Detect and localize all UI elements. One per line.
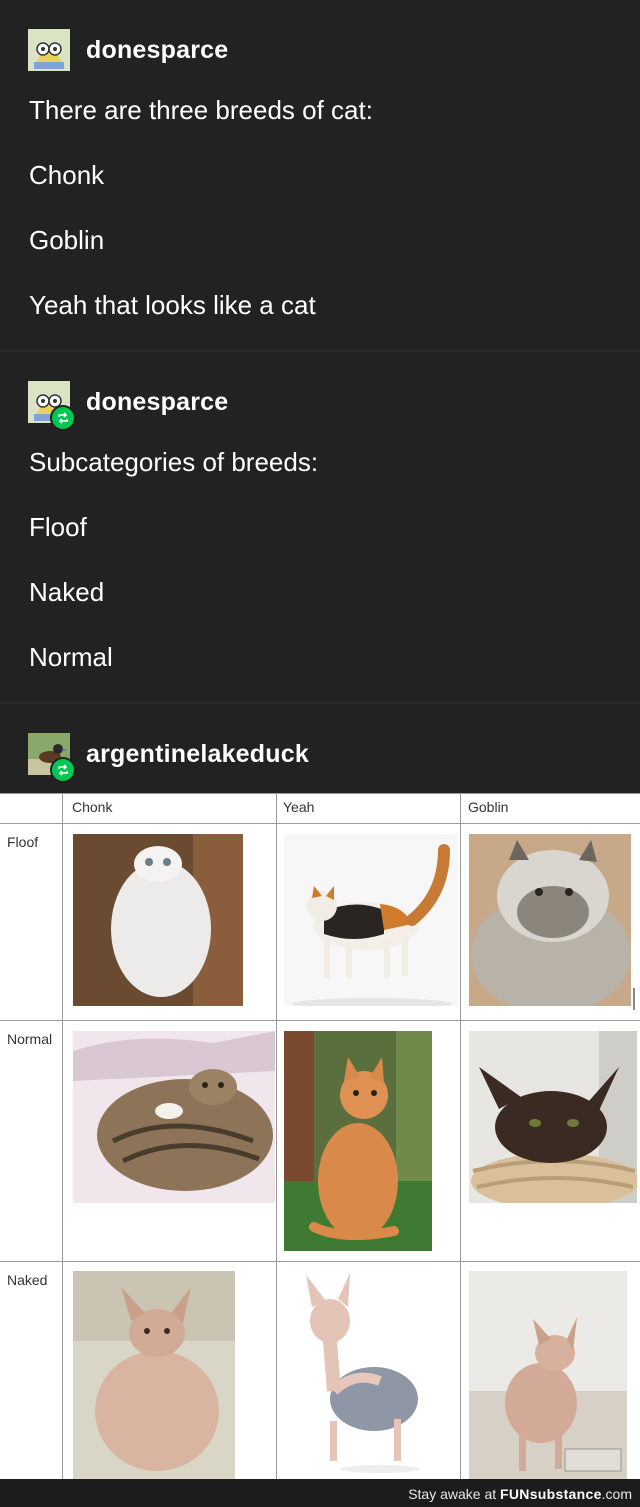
cat-breed-table: Chonk Yeah Goblin Floof Normal Naked	[0, 793, 640, 1479]
username[interactable]: donesparce	[86, 388, 228, 417]
post-text-line: Subcategories of breeds:	[29, 447, 319, 477]
reblog-icon	[50, 405, 76, 431]
avatar[interactable]	[28, 381, 76, 431]
grid-line	[0, 1020, 640, 1021]
cat-photo-naked-chonk	[73, 1271, 235, 1479]
post-text-line: Normal	[29, 642, 113, 672]
cat-photo-floof-chonk	[73, 834, 243, 1006]
post-header: argentinelakeduck	[28, 732, 309, 783]
row-header: Floof	[7, 834, 39, 850]
cat-photo-naked-goblin	[469, 1271, 627, 1479]
avatar[interactable]	[28, 733, 76, 783]
post-text-line: Chonk	[29, 160, 105, 190]
grid-line	[276, 793, 277, 1479]
post-text-line: Yeah that looks like a cat	[29, 290, 316, 320]
post-text-line: Naked	[29, 577, 105, 607]
column-header: Yeah	[283, 799, 315, 815]
cat-photo-naked-yeah	[284, 1271, 432, 1479]
post-1: donesparce There are three breeds of cat…	[0, 0, 640, 350]
username[interactable]: argentinelakeduck	[86, 740, 309, 769]
post-text-line: There are three breeds of cat:	[29, 95, 373, 125]
column-header: Goblin	[468, 799, 509, 815]
cat-photo-normal-goblin	[469, 1031, 637, 1203]
row-header: Normal	[7, 1031, 53, 1047]
avatar-icon	[28, 29, 70, 71]
post-3: argentinelakeduck	[0, 704, 640, 793]
avatar[interactable]	[28, 29, 70, 71]
watermark-text: Stay awake at FUNsubstance.com	[408, 1486, 632, 1502]
watermark-bar: Stay awake at FUNsubstance.com	[0, 1479, 640, 1507]
grid-line	[0, 823, 640, 824]
column-header: Chonk	[72, 799, 113, 815]
grid-line	[460, 793, 461, 1479]
row-header: Naked	[7, 1272, 48, 1288]
grid-line	[0, 793, 640, 794]
cat-photo-normal-yeah	[284, 1031, 432, 1251]
post-header: donesparce	[28, 28, 228, 72]
post-header: donesparce	[28, 380, 228, 431]
watermark-domain: .com	[601, 1486, 632, 1502]
post-text-line: Goblin	[29, 225, 105, 255]
reblog-icon	[50, 757, 76, 783]
username[interactable]: donesparce	[86, 36, 228, 65]
watermark-brand-substance: substance	[529, 1486, 602, 1502]
grid-line	[62, 793, 63, 1479]
cat-photo-floof-yeah	[284, 834, 458, 1006]
watermark-brand-fun: FUN	[500, 1486, 530, 1502]
grid-line	[0, 1261, 640, 1262]
post-2: donesparce Subcategories of breeds: Floo…	[0, 352, 640, 702]
post-text-line: Floof	[29, 512, 87, 542]
cat-photo-normal-chonk	[73, 1031, 275, 1203]
scrollbar[interactable]	[633, 988, 635, 1010]
cat-photo-floof-goblin	[469, 834, 631, 1006]
watermark-prefix: Stay awake at	[408, 1486, 497, 1502]
